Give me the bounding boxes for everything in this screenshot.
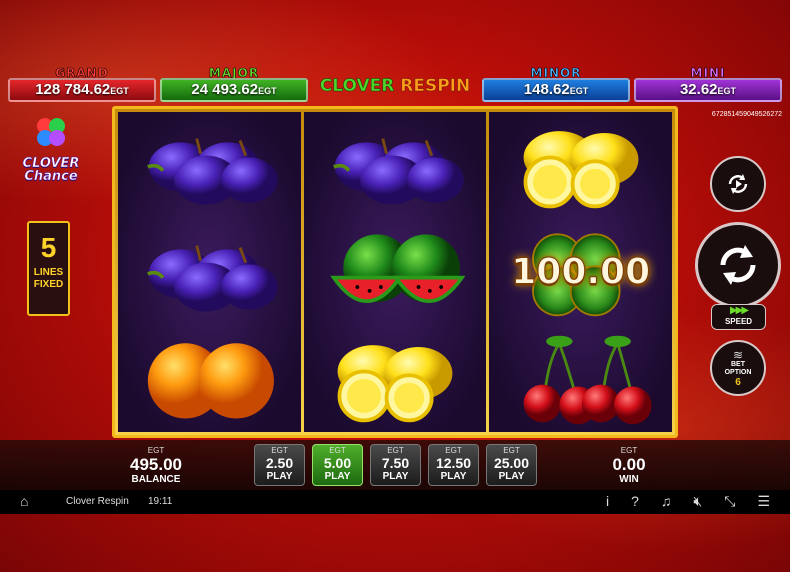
speed-label: SPEED bbox=[724, 317, 753, 326]
lines-count: 5 bbox=[40, 232, 57, 263]
reels-frame: 100.00 bbox=[112, 106, 678, 438]
reel-1 bbox=[118, 112, 301, 432]
balance-label: BALANCE bbox=[131, 474, 181, 485]
bet-play-label: PLAY bbox=[498, 471, 525, 482]
symbol-clover: 100.00 bbox=[489, 219, 672, 326]
watermelon-icon bbox=[331, 232, 464, 304]
bet-amount: 25.00 bbox=[493, 455, 530, 471]
plum-icon bbox=[331, 137, 466, 207]
jackpot-major-amount-box: 24 493.62EGT bbox=[160, 78, 308, 102]
jackpot-major-amount: 24 493.62 bbox=[191, 81, 259, 98]
jackpot-mini-amount: 32.62 bbox=[679, 81, 718, 98]
bet-play-label: PLAY bbox=[382, 471, 409, 482]
plum-icon bbox=[146, 137, 280, 207]
plum-icon bbox=[146, 243, 280, 314]
bet-play-label: PLAY bbox=[440, 471, 467, 482]
clover-prize-value: 100.00 bbox=[511, 251, 651, 293]
bet-option-label1: BET bbox=[731, 360, 745, 368]
jackpot-minor-amount-box: 148.62EGT bbox=[482, 78, 630, 102]
fast-forward-icon: ▶▶▶ bbox=[729, 305, 749, 316]
autoplay-icon bbox=[728, 174, 748, 194]
jackpot-major: MAJOR 24 493.62EGT bbox=[160, 66, 308, 104]
autoplay-button[interactable] bbox=[710, 156, 766, 212]
speed-button[interactable]: ▶▶▶ SPEED bbox=[711, 304, 766, 330]
jackpot-minor-currency: EGT bbox=[569, 86, 589, 96]
game-logo: CLOVER RESPIN bbox=[312, 76, 478, 102]
balance-display: EGT 495.00 BALANCE bbox=[118, 446, 194, 485]
jackpot-minor-amount: 148.62 bbox=[523, 81, 570, 98]
symbol-plum bbox=[118, 112, 301, 219]
jackpot-grand-amount: 128 784.62 bbox=[35, 81, 111, 98]
bet-button-3[interactable]: EGT 7.50 PLAY bbox=[370, 444, 421, 486]
clover-logo-line2: Chance bbox=[24, 169, 78, 184]
menu-icon[interactable]: ☰ bbox=[757, 493, 770, 510]
lines-label: LINES bbox=[33, 267, 64, 278]
info-icon[interactable]: i bbox=[606, 493, 609, 510]
sound-off-icon[interactable]: 🔇︎ bbox=[693, 493, 702, 510]
win-label: WIN bbox=[619, 474, 639, 485]
clock: 19:11 bbox=[148, 496, 173, 507]
bet-button-4[interactable]: EGT 12.50 PLAY bbox=[428, 444, 479, 486]
bet-button-2[interactable]: EGT 5.00 PLAY bbox=[312, 444, 363, 486]
reel-3: 100.00 bbox=[489, 112, 673, 432]
win-display: EGT 0.00 WIN bbox=[596, 446, 662, 485]
lemon-icon bbox=[335, 342, 455, 422]
jackpot-mini-currency: EGT bbox=[717, 86, 737, 96]
music-off-icon[interactable]: ♫ bbox=[661, 493, 672, 510]
bet-button-5[interactable]: EGT 25.00 PLAY bbox=[486, 444, 537, 486]
system-icons: i ? ♫ 🔇︎ ⤡ ☰ bbox=[606, 493, 770, 510]
jackpot-grand-amount-box: 128 784.62EGT bbox=[8, 78, 156, 102]
bet-amount: 7.50 bbox=[381, 455, 410, 471]
game-name: Clover Respin bbox=[66, 496, 129, 507]
symbol-lemon bbox=[489, 112, 672, 219]
spin-button[interactable] bbox=[695, 222, 781, 308]
bet-button-1[interactable]: EGT 2.50 PLAY bbox=[254, 444, 305, 486]
bet-amount: 12.50 bbox=[435, 455, 472, 471]
balance-currency: EGT bbox=[147, 446, 165, 455]
clover-logo-icon bbox=[16, 116, 86, 157]
bet-amount: 2.50 bbox=[265, 455, 294, 471]
game-logo-word2: RESPIN bbox=[400, 76, 471, 97]
symbol-plum bbox=[304, 112, 487, 219]
fixed-label: FIXED bbox=[33, 279, 64, 290]
reels: 100.00 bbox=[118, 112, 673, 432]
chips-icon: ≋ bbox=[732, 347, 744, 362]
win-currency: EGT bbox=[620, 446, 638, 455]
jackpot-mini-amount-box: 32.62EGT bbox=[634, 78, 782, 102]
info-bar: EGT 495.00 BALANCE EGT 2.50 PLAY EGT 5.0… bbox=[0, 440, 790, 490]
bet-option-label2: OPTION bbox=[724, 368, 752, 376]
lines-fixed-badge: 5 LINES FIXED bbox=[27, 221, 70, 316]
jackpot-major-currency: EGT bbox=[258, 86, 277, 96]
bet-amount: 5.00 bbox=[323, 455, 352, 471]
help-icon[interactable]: ? bbox=[631, 493, 639, 510]
bet-play-label: PLAY bbox=[266, 471, 293, 482]
jackpot-grand: GRAND 128 784.62EGT bbox=[8, 66, 156, 104]
symbol-watermelon bbox=[304, 219, 487, 326]
symbol-orange bbox=[118, 325, 301, 432]
bet-buttons: EGT 2.50 PLAY EGT 5.00 PLAY EGT 7.50 PLA… bbox=[254, 444, 537, 486]
reel-2 bbox=[303, 112, 487, 432]
cherry-icon bbox=[521, 333, 653, 426]
symbol-plum bbox=[118, 219, 301, 326]
game-logo-word1: CLOVER bbox=[319, 76, 395, 97]
bet-option-button[interactable]: ≋ BET OPTION 6 bbox=[710, 340, 766, 396]
clover-chance-logo: CLOVER Chance bbox=[16, 116, 86, 184]
bet-play-label: PLAY bbox=[324, 471, 351, 482]
jackpot-grand-currency: EGT bbox=[110, 86, 129, 96]
orange-icon bbox=[148, 342, 275, 419]
win-value: 0.00 bbox=[612, 455, 646, 474]
jackpot-minor: MINOR 148.62EGT bbox=[482, 66, 630, 104]
spin-icon bbox=[720, 245, 756, 285]
jackpot-bar: GRAND 128 784.62EGT MAJOR 24 493.62EGT C… bbox=[8, 66, 782, 104]
symbol-cherry bbox=[489, 325, 672, 432]
home-icon[interactable]: ⌂ bbox=[20, 493, 28, 509]
jackpot-mini: MINI 32.62EGT bbox=[634, 66, 782, 104]
balance-value: 495.00 bbox=[130, 455, 182, 474]
fullscreen-exit-icon[interactable]: ⤡ bbox=[724, 493, 735, 510]
ticket-id: 672851459049526272 bbox=[711, 111, 782, 118]
lemon-icon bbox=[521, 129, 640, 209]
symbol-lemon bbox=[304, 325, 487, 432]
system-bar: ⌂ Clover Respin 19:11 i ? ♫ 🔇︎ ⤡ ☰ bbox=[0, 490, 790, 514]
bet-option-value: 6 bbox=[735, 376, 741, 388]
